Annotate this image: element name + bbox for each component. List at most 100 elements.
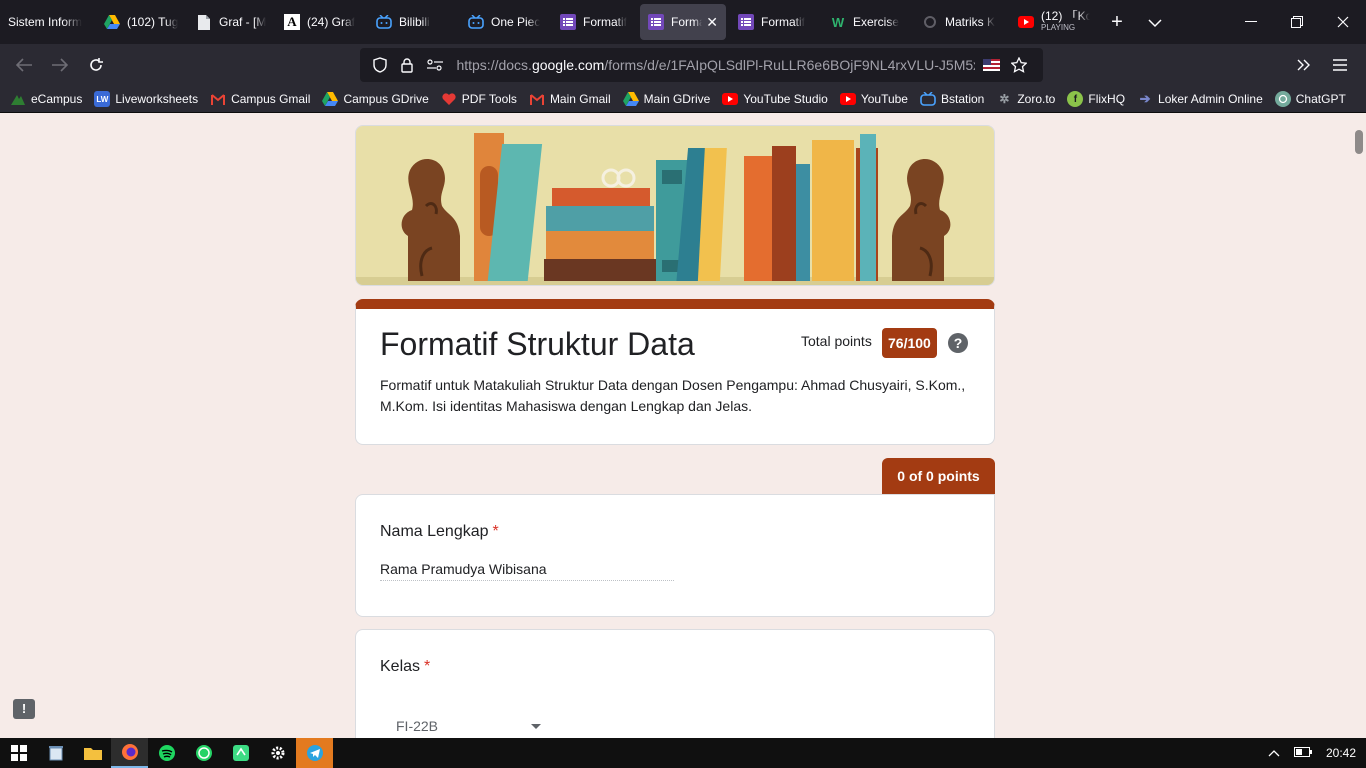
required-asterisk: * <box>492 523 499 540</box>
doc-icon <box>196 14 212 30</box>
bookmark-youtube-studio[interactable]: YouTube Studio <box>722 91 828 107</box>
shield-icon[interactable] <box>368 53 391 77</box>
us-flag-icon[interactable] <box>982 59 1000 71</box>
file-explorer-icon[interactable] <box>74 738 111 768</box>
bookmark-label: Zoro.to <box>1017 92 1056 106</box>
tab-label: Exercise <box>853 15 900 29</box>
tab-label: (24) Graf <box>307 15 356 29</box>
hamburger-menu-icon[interactable] <box>1322 49 1358 81</box>
youtube-icon <box>839 91 856 107</box>
tab-bilibili[interactable]: Bilibili <box>368 4 460 40</box>
form-title-card: Formatif Struktur Data Total points 76/1… <box>355 299 995 445</box>
tab-label: (12) 「Ko <box>1041 10 1090 23</box>
scrollbar[interactable] <box>1352 113 1366 738</box>
ecampus-icon <box>10 91 26 107</box>
bookmark-campus-gmail[interactable]: Campus Gmail <box>210 91 310 107</box>
telegram-icon[interactable] <box>296 738 333 768</box>
bookmark-pdf-tools[interactable]: PDF Tools <box>441 91 517 107</box>
tab-formatif-active[interactable]: Formatif ✕ <box>640 4 726 40</box>
tab-matriks[interactable]: Matriks K <box>914 4 1010 40</box>
firefox-icon[interactable] <box>111 738 148 768</box>
bookmark-campus-gdrive[interactable]: Campus GDrive <box>322 91 429 107</box>
minimize-icon[interactable] <box>1228 0 1274 44</box>
restore-icon[interactable] <box>1274 0 1320 44</box>
question-card-nama: Nama Lengkap * Rama Pramudya Wibisana <box>355 494 995 617</box>
battery-icon[interactable] <box>1293 746 1312 760</box>
bookmark-label: eCampus <box>31 92 83 106</box>
bookmark-label: Campus Gmail <box>231 92 311 106</box>
system-tray: 20:42 <box>1254 738 1356 768</box>
gmail-icon <box>529 91 545 107</box>
form-header-image <box>355 125 995 286</box>
url-bar[interactable]: https://docs.google.com/forms/d/e/1FAIpQ… <box>360 48 1043 82</box>
tab-youtube-playing[interactable]: (12) 「Ko PLAYING <box>1010 4 1098 40</box>
close-window-icon[interactable] <box>1320 0 1366 44</box>
bookmark-label: Liveworksheets <box>115 92 199 106</box>
forward-icon[interactable] <box>42 49 78 81</box>
whatsapp-icon[interactable] <box>185 738 222 768</box>
tab-label: Formatif <box>671 15 702 29</box>
bilibili-icon <box>920 91 936 107</box>
tab-graf-doc[interactable]: Graf - [M <box>188 4 276 40</box>
chevron-up-icon[interactable] <box>1268 746 1280 760</box>
tab-one-piece[interactable]: One Piec <box>460 4 552 40</box>
overflow-chevrons-icon[interactable] <box>1286 49 1322 81</box>
tab-gdrive[interactable]: (102) Tug <box>96 4 188 40</box>
kelas-dropdown[interactable]: FI-22B <box>396 718 541 734</box>
bookmark-chatgpt[interactable]: ChatGPT <box>1274 91 1346 107</box>
tab-label: Formatif <box>761 15 806 29</box>
bookmark-loker-admin[interactable]: ➔ Loker Admin Online <box>1137 91 1263 107</box>
url-text[interactable]: https://docs.google.com/forms/d/e/1FAIpQ… <box>456 57 974 73</box>
bookmark-bstation[interactable]: Bstation <box>920 91 984 107</box>
back-icon[interactable] <box>6 49 42 81</box>
permissions-icon[interactable] <box>423 53 446 77</box>
question-card-kelas: Kelas * FI-22B <box>355 629 995 738</box>
close-tab-icon[interactable]: ✕ <box>706 14 718 31</box>
forms-icon <box>648 14 664 30</box>
a-letter-icon: A <box>284 14 300 30</box>
reload-icon[interactable] <box>78 49 114 81</box>
tab-graf-a[interactable]: A (24) Graf <box>276 4 368 40</box>
bookmark-liveworksheets[interactable]: LW Liveworksheets <box>94 91 198 107</box>
tab-label: Graf - [M <box>219 15 267 29</box>
bookmark-flixhq[interactable]: f FlixHQ <box>1067 91 1125 107</box>
gdrive-icon <box>322 91 339 107</box>
dropdown-arrow-icon <box>531 724 541 729</box>
bookmark-youtube[interactable]: YouTube <box>839 91 908 107</box>
bookmark-star-icon[interactable] <box>1008 53 1031 77</box>
settings-icon[interactable] <box>259 738 296 768</box>
lock-icon[interactable] <box>395 53 418 77</box>
report-feedback-icon[interactable]: ! <box>13 699 35 719</box>
bookmark-label: Bstation <box>940 92 985 106</box>
bookmark-ecampus[interactable]: eCampus <box>10 91 82 107</box>
bookmark-label: Campus GDrive <box>343 92 429 106</box>
tab-formatif-1[interactable]: Formatif <box>552 4 636 40</box>
chevron-down-icon[interactable] <box>1136 11 1174 34</box>
bookmark-label: PDF Tools <box>461 92 517 106</box>
bookmark-main-gdrive[interactable]: Main GDrive <box>622 91 710 107</box>
android-icon[interactable] <box>222 738 259 768</box>
dropdown-value: FI-22B <box>396 718 439 734</box>
form-description: Formatif untuk Matakuliah Struktur Data … <box>380 377 966 414</box>
bookmarks-toolbar: eCampus LW Liveworksheets Campus Gmail Ca… <box>0 86 1366 113</box>
scrollbar-thumb[interactable] <box>1355 130 1363 154</box>
help-icon[interactable]: ? <box>948 333 968 353</box>
form-title: Formatif Struktur Data <box>380 326 695 362</box>
new-tab-icon[interactable]: + <box>1098 11 1136 34</box>
bookmark-zoro[interactable]: ✲ Zoro.to <box>996 91 1055 107</box>
required-asterisk: * <box>424 658 431 675</box>
gmail-icon <box>210 91 226 107</box>
spotify-icon[interactable] <box>148 738 185 768</box>
windows-start-icon[interactable] <box>0 738 37 768</box>
clock-time[interactable]: 20:42 <box>1326 746 1356 760</box>
tab-exercise[interactable]: W Exercise <box>822 4 914 40</box>
tab-formatif-3[interactable]: Formatif <box>730 4 822 40</box>
bookmark-label: YouTube Studio <box>743 92 828 106</box>
recycle-bin-icon[interactable] <box>37 738 74 768</box>
tab-sistem-informasi[interactable]: Sistem Inform <box>0 4 96 40</box>
bookmark-main-gmail[interactable]: Main Gmail <box>529 91 611 107</box>
tab-playing-label: PLAYING <box>1041 23 1076 32</box>
bilibili-icon <box>468 14 484 30</box>
total-points-label: Total points <box>801 333 872 349</box>
zoro-icon: ✲ <box>999 92 1010 106</box>
